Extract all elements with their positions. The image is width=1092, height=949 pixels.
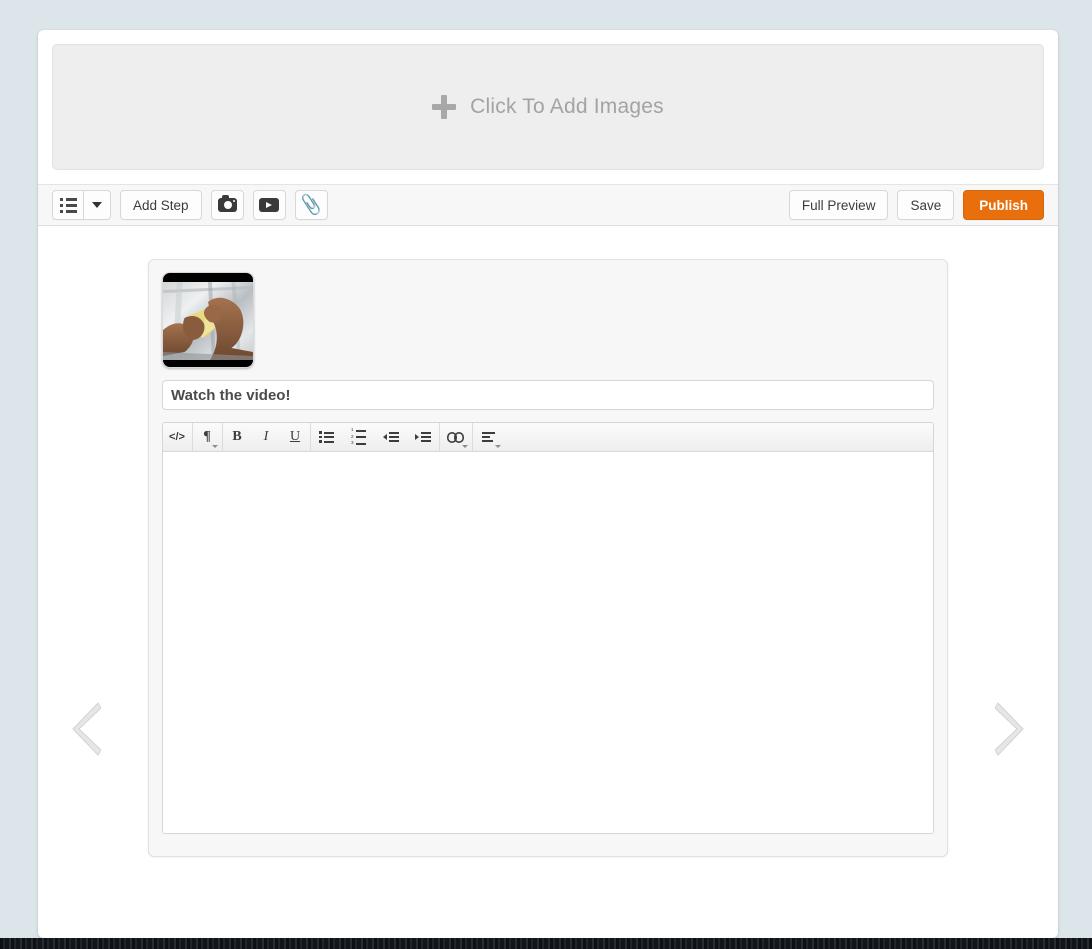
underline-button[interactable]: U: [281, 423, 310, 451]
outdent-icon: [382, 432, 399, 442]
unordered-list-button[interactable]: [311, 423, 343, 451]
italic-icon: I: [263, 429, 269, 444]
italic-button[interactable]: I: [252, 423, 281, 451]
outdent-button[interactable]: [375, 423, 407, 451]
thumbnail-frame: [163, 282, 253, 360]
add-step-button[interactable]: Add Step: [120, 190, 202, 220]
align-left-icon: [482, 432, 495, 442]
chevron-down-icon: [495, 445, 501, 448]
full-preview-button[interactable]: Full Preview: [788, 190, 889, 220]
code-icon: </>: [169, 431, 185, 443]
toolbar-right-group: Full Preview Save Publish: [788, 190, 1044, 220]
step-title-input[interactable]: [162, 380, 934, 410]
add-attachment-button[interactable]: 📎: [294, 190, 328, 220]
chevron-down-icon: [462, 445, 468, 448]
editor-group-paragraph: ¶: [193, 423, 223, 451]
editor-app-card: Click To Add Images Add Step 📎 Full Prev…: [38, 30, 1058, 938]
add-images-dropzone[interactable]: Click To Add Images: [52, 44, 1044, 170]
bullet-list-icon: [319, 431, 334, 443]
indent-icon: [414, 432, 431, 442]
editor-group-link: [440, 423, 473, 451]
full-preview-label: Full Preview: [801, 197, 876, 213]
chevron-down-icon: [212, 445, 218, 448]
add-video-button[interactable]: [252, 190, 286, 220]
insert-link-button[interactable]: [440, 423, 472, 451]
add-step-label: Add Step: [133, 197, 189, 213]
editor-toolbar: </> ¶ B I U 1 2 3: [163, 423, 933, 452]
step-thumbnail[interactable]: [162, 272, 254, 368]
toolbar-left-group: Add Step 📎: [52, 190, 328, 220]
next-step-arrow[interactable]: [990, 696, 1030, 762]
editor-group-source: </>: [163, 423, 193, 451]
save-button[interactable]: Save: [897, 190, 955, 220]
publish-button[interactable]: Publish: [963, 190, 1044, 220]
bottom-edge-texture: [0, 938, 1092, 949]
step-body-area: </> ¶ B I: [38, 226, 1058, 938]
main-toolbar: Add Step 📎 Full Preview Save Publish: [38, 184, 1058, 226]
paperclip-icon: 📎: [298, 193, 324, 217]
step-rich-text-editor: </> ¶ B I U 1 2 3: [162, 422, 934, 834]
editor-group-align: [473, 423, 505, 451]
list-view-button[interactable]: [52, 190, 84, 220]
editor-content-area[interactable]: [163, 452, 933, 833]
editor-group-lists: 1 2 3: [311, 423, 440, 451]
text-align-button[interactable]: [473, 423, 505, 451]
prev-step-arrow[interactable]: [66, 696, 106, 762]
publish-label: Publish: [979, 197, 1028, 213]
save-label: Save: [910, 197, 942, 213]
camera-icon: [217, 195, 237, 212]
video-play-icon: [259, 198, 280, 212]
dropzone-inner: Click To Add Images: [432, 95, 664, 119]
thumbnail-image: [163, 282, 253, 360]
step-card: </> ¶ B I: [148, 259, 948, 857]
add-photo-button[interactable]: [210, 190, 244, 220]
paragraph-format-button[interactable]: ¶: [193, 423, 222, 451]
bulleted-list-icon: [59, 197, 77, 213]
dropzone-container: Click To Add Images: [38, 30, 1058, 170]
link-chain-icon: [447, 431, 464, 443]
editor-group-text-style: B I U: [223, 423, 311, 451]
indent-button[interactable]: [407, 423, 439, 451]
bold-icon: B: [232, 429, 242, 444]
chevron-right-icon: [995, 702, 1024, 756]
chevron-left-icon: [72, 702, 101, 756]
list-view-dropdown[interactable]: [84, 190, 111, 220]
page-bottom-edge: [0, 938, 1092, 949]
underline-icon: U: [289, 429, 301, 444]
caret-down-icon: [92, 202, 102, 208]
ordered-list-button[interactable]: 1 2 3: [343, 423, 375, 451]
list-view-split-button: [52, 190, 111, 220]
pilcrow-icon: ¶: [203, 429, 211, 444]
bold-button[interactable]: B: [223, 423, 252, 451]
plus-icon: [432, 95, 457, 119]
dropzone-label: Click To Add Images: [470, 95, 664, 118]
html-source-button[interactable]: </>: [163, 423, 192, 451]
numbered-list-icon: 1 2 3: [351, 428, 366, 446]
